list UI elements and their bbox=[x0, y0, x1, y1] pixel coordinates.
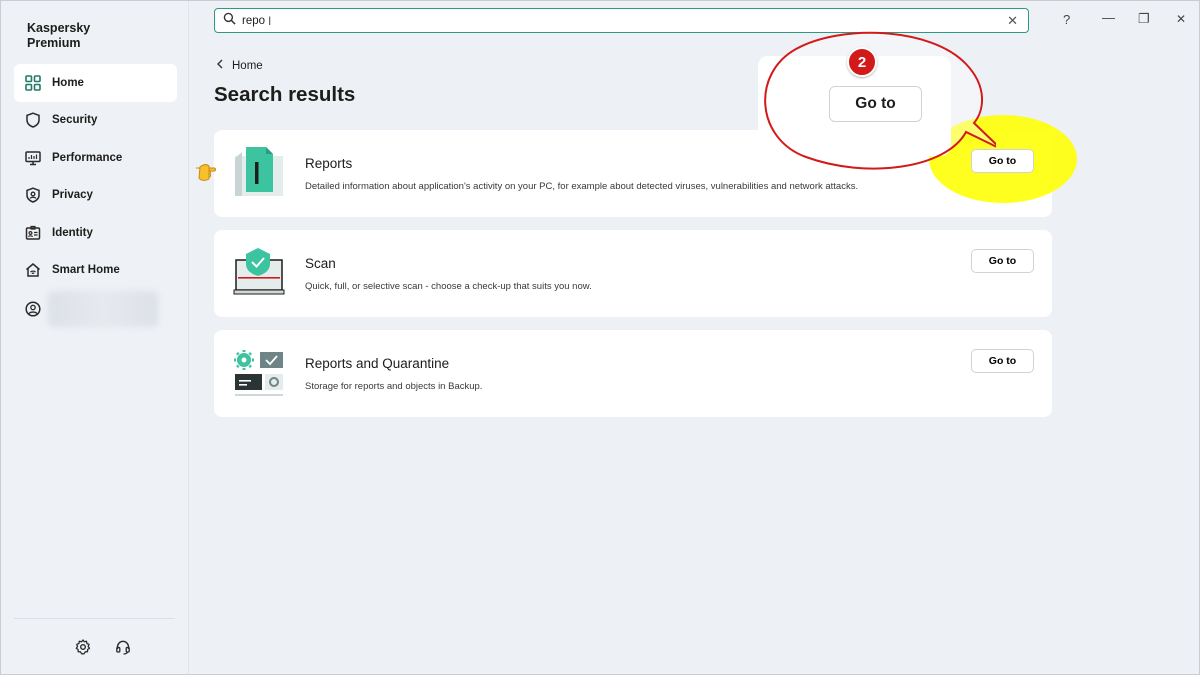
monitor-icon bbox=[25, 150, 41, 166]
result-title: Scan bbox=[305, 256, 336, 271]
text-cursor-icon: I bbox=[268, 13, 272, 28]
result-description: Storage for reports and objects in Backu… bbox=[305, 381, 483, 392]
sidebar-item-label: Identity bbox=[52, 226, 93, 239]
minimize-button[interactable]: — bbox=[1102, 10, 1115, 25]
user-avatar-icon bbox=[25, 301, 41, 317]
privacy-shield-icon bbox=[25, 187, 41, 204]
sidebar-item-label: Home bbox=[52, 76, 84, 89]
breadcrumb[interactable]: Home bbox=[216, 59, 263, 72]
result-title: Reports bbox=[305, 156, 353, 171]
settings-gear-icon[interactable] bbox=[73, 637, 93, 657]
sidebar-item-label: Privacy bbox=[52, 189, 93, 202]
page-title: Search results bbox=[214, 83, 356, 106]
scan-go-to-button[interactable]: Go to bbox=[971, 249, 1034, 273]
sidebar-item-security[interactable]: Security bbox=[14, 102, 177, 140]
reports-quarantine-icon bbox=[232, 344, 288, 400]
sidebar-item-label: Smart Home bbox=[52, 264, 120, 277]
shield-icon bbox=[25, 112, 41, 129]
grid-icon bbox=[25, 74, 41, 91]
smart-home-icon bbox=[25, 262, 41, 278]
pointing-hand-icon bbox=[194, 159, 226, 190]
sidebar-item-performance[interactable]: Performance bbox=[14, 139, 177, 177]
clear-search-icon[interactable]: ✕ bbox=[1007, 13, 1018, 29]
account-name-redacted bbox=[48, 291, 158, 327]
sidebar-item-home[interactable]: Home bbox=[14, 64, 177, 102]
sidebar-divider bbox=[14, 618, 175, 619]
search-icon bbox=[223, 12, 236, 30]
result-description: Quick, full, or selective scan - choose … bbox=[305, 281, 592, 292]
result-card-reports-quarantine: Reports and Quarantine Storage for repor… bbox=[214, 330, 1052, 417]
sidebar-item-label: Performance bbox=[52, 151, 123, 164]
sidebar-item-privacy[interactable]: Privacy bbox=[14, 177, 177, 215]
search-input[interactable]: repo bbox=[242, 15, 265, 27]
help-button[interactable]: ? bbox=[1063, 12, 1070, 27]
chevron-left-icon bbox=[216, 59, 224, 72]
sidebar-item-label: Security bbox=[52, 114, 98, 127]
sidebar-item-identity[interactable]: Identity bbox=[14, 214, 177, 252]
app-window: Kaspersky Premium Home Security Performa… bbox=[0, 0, 1200, 675]
headset-support-icon[interactable] bbox=[113, 637, 133, 657]
sidebar: Kaspersky Premium Home Security Performa… bbox=[1, 1, 189, 674]
step-number-badge: 2 bbox=[847, 47, 877, 77]
restore-button[interactable]: ❐ bbox=[1138, 11, 1150, 27]
breadcrumb-home-link[interactable]: Home bbox=[232, 60, 263, 72]
close-button[interactable]: ✕ bbox=[1176, 12, 1186, 26]
sidebar-nav: Home Security Performance Privacy Identi… bbox=[14, 64, 177, 329]
result-title: Reports and Quarantine bbox=[305, 356, 450, 371]
sidebar-item-smart-home[interactable]: Smart Home bbox=[14, 252, 177, 290]
reports-quarantine-go-to-button[interactable]: Go to bbox=[971, 349, 1034, 373]
sidebar-item-account[interactable] bbox=[14, 289, 177, 329]
sidebar-bottom-tools bbox=[73, 637, 133, 657]
result-card-scan: Scan Quick, full, or selective scan - ch… bbox=[214, 230, 1052, 317]
reports-icon bbox=[232, 144, 288, 200]
callout-go-to-button-zoomed: Go to bbox=[829, 86, 922, 122]
result-description: Detailed information about application's… bbox=[305, 181, 859, 192]
app-brand: Kaspersky Premium bbox=[27, 21, 91, 50]
scan-icon bbox=[232, 244, 288, 300]
id-card-icon bbox=[25, 225, 41, 241]
